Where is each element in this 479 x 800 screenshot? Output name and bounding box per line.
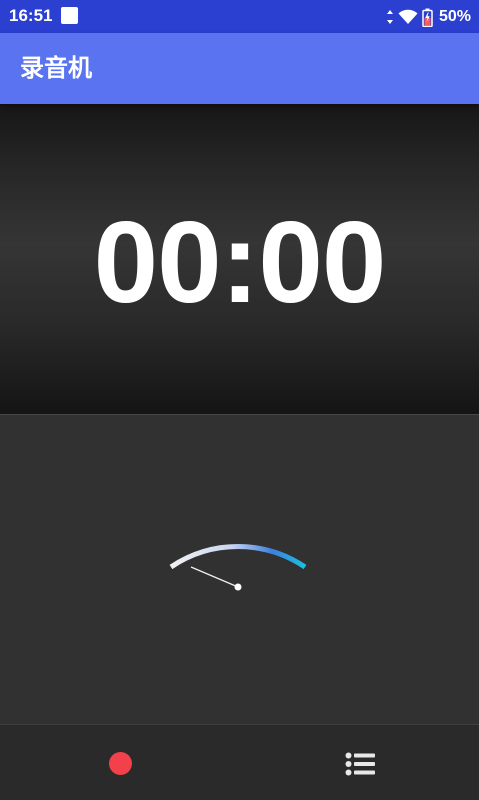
notification-square-icon [61,7,78,24]
timer-display: 00:00 [93,197,387,327]
recordings-list-button[interactable] [337,741,383,787]
timer-panel: 00:00 [0,104,479,414]
level-meter-needle [190,566,239,588]
level-meter [169,544,307,591]
app-bar: 录音机 [0,33,479,104]
record-icon [108,751,132,775]
level-meter-arc [169,544,307,570]
recordings-list-icon [345,752,375,776]
level-meter-panel [0,415,479,724]
status-time: 16:51 [9,6,53,25]
level-meter-pivot [234,583,242,591]
status-icons: 50% [386,6,471,28]
bottom-bar [0,724,479,800]
app-title: 录音机 [20,54,92,82]
data-arrows-icon [386,10,393,24]
battery-icon [422,8,433,27]
battery-percent: 50% [438,8,471,25]
recorder-screen: 16:51 50% 录音机 00:00 [0,0,479,800]
wifi-icon [398,9,418,24]
status-bar: 16:51 50% [0,0,479,33]
record-button[interactable] [97,740,143,786]
